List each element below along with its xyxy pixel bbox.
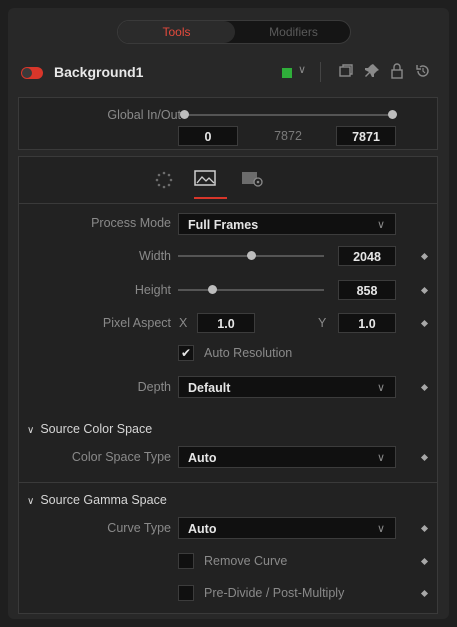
process-mode-value: Full Frames [188,218,259,232]
height-field[interactable]: 858 [338,280,396,300]
process-mode-label: Process Mode [91,216,171,230]
remove-curve-label: Remove Curve [204,554,288,568]
curve-type-keyframe-icon[interactable] [420,524,429,533]
tool-name: Background1 [54,64,144,80]
process-mode-dropdown[interactable]: Full Frames ∨ [178,213,396,235]
header-divider [320,62,321,82]
remove-curve-keyframe-icon[interactable] [420,557,429,566]
source-gamma-space-header[interactable]: ∨ Source Gamma Space [27,493,167,507]
global-inout-panel: Global In/Out 0 7872 7871 [18,97,438,150]
tab-tools[interactable]: Tools [118,21,235,43]
settings-tab-icon[interactable] [155,171,173,192]
depth-dropdown[interactable]: Default ∨ [178,376,396,398]
reset-icon[interactable] [415,63,431,82]
pixel-aspect-label: Pixel Aspect [102,316,171,330]
global-in-handle[interactable] [180,110,189,119]
versions-icon[interactable] [338,63,354,82]
predivide-checkbox[interactable] [178,585,194,601]
height-keyframe-icon[interactable] [420,286,429,295]
image-controls-panel: Process Mode Full Frames ∨ Width 2048 He… [18,204,438,614]
chevron-down-icon: ∨ [27,496,35,507]
pixel-aspect-x-label: X [179,316,188,330]
height-label: Height [134,283,171,297]
pin-icon[interactable] [364,63,380,82]
chevron-down-icon: ∨ [376,219,385,231]
chevron-down-icon: ∨ [27,425,35,436]
height-slider-knob[interactable] [208,285,217,294]
lock-icon[interactable] [390,63,404,82]
height-slider-track[interactable] [178,289,324,291]
auto-resolution-checkbox[interactable]: ✔ [178,345,194,361]
control-tabs-panel [18,156,438,204]
pixel-aspect-keyframe-icon[interactable] [420,319,429,328]
global-in-field[interactable]: 0 [178,126,238,146]
curve-type-label: Curve Type [107,521,171,535]
settings-gear-tab-icon[interactable] [241,169,265,192]
inspector-tab-switch: Tools Modifiers [117,20,351,44]
chevron-down-icon: ∨ [376,382,385,394]
tool-color-swatch[interactable] [282,68,292,78]
predivide-label: Pre-Divide / Post-Multiply [204,586,345,600]
color-space-type-dropdown[interactable]: Auto ∨ [178,446,396,468]
chevron-down-icon[interactable]: ∨ [298,63,306,76]
chevron-down-icon: ∨ [376,523,385,535]
color-space-keyframe-icon[interactable] [420,453,429,462]
tab-modifiers[interactable]: Modifiers [235,21,352,43]
pixel-aspect-y-label: Y [318,316,327,330]
curve-type-dropdown[interactable]: Auto ∨ [178,517,396,539]
width-keyframe-icon[interactable] [420,252,429,261]
depth-keyframe-icon[interactable] [420,383,429,392]
curve-type-value: Auto [188,522,217,536]
source-color-space-title: Source Color Space [40,422,153,436]
color-space-type-label: Color Space Type [71,450,171,464]
global-out-handle[interactable] [388,110,397,119]
active-tab-indicator [194,197,227,199]
tool-enable-toggle[interactable] [21,67,43,79]
tool-header: Background1 ∨ [8,56,449,90]
global-inout-track[interactable] [183,114,393,116]
global-inout-current: 7872 [274,129,302,143]
global-out-field[interactable]: 7871 [336,126,396,146]
color-space-type-value: Auto [188,451,217,465]
pixel-aspect-x-field[interactable]: 1.0 [197,313,255,333]
auto-resolution-label: Auto Resolution [204,346,293,360]
depth-value: Default [188,381,231,395]
width-label: Width [139,249,171,263]
source-color-space-header[interactable]: ∨ Source Color Space [27,422,152,436]
remove-curve-checkbox[interactable] [178,553,194,569]
source-gamma-space-title: Source Gamma Space [40,493,167,507]
global-inout-label: Global In/Out [107,108,181,122]
depth-label: Depth [137,380,171,394]
predivide-keyframe-icon[interactable] [420,589,429,598]
chevron-down-icon: ∨ [376,452,385,464]
pixel-aspect-y-field[interactable]: 1.0 [338,313,396,333]
image-tab-icon[interactable] [194,169,218,192]
width-slider-knob[interactable] [247,251,256,260]
width-field[interactable]: 2048 [338,246,396,266]
section-divider [19,482,437,483]
